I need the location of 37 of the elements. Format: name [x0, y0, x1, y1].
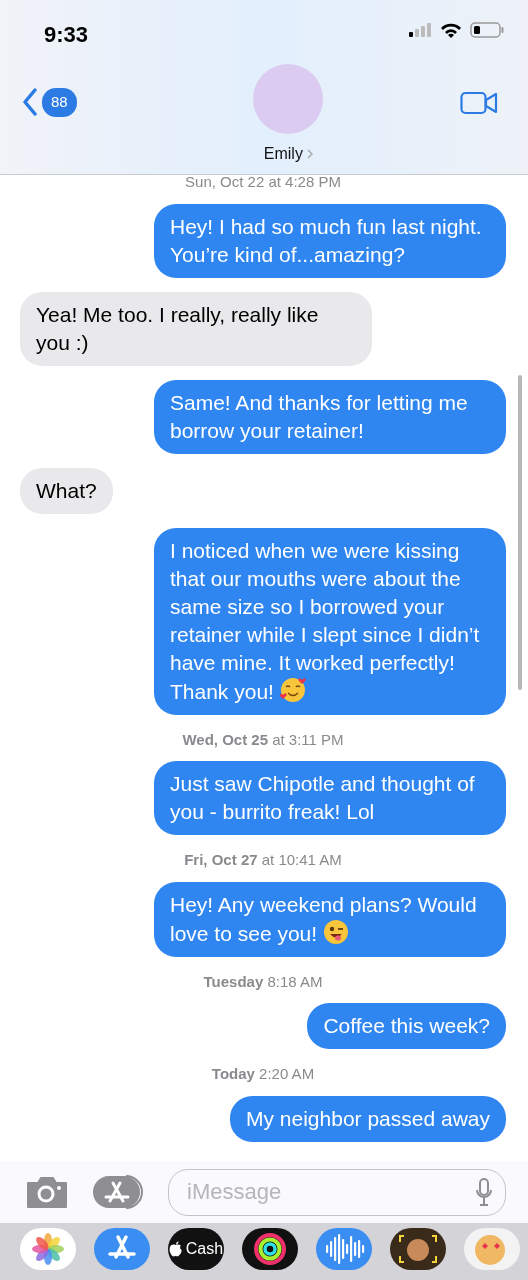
camera-icon[interactable] — [26, 1175, 68, 1209]
memoji-app-icon[interactable] — [390, 1228, 446, 1270]
stickers-app-icon[interactable] — [464, 1228, 520, 1270]
video-call-icon[interactable] — [460, 90, 498, 116]
audio-app-icon[interactable] — [316, 1228, 372, 1270]
message-bubble: Yea! Me too. I really, really like you :) — [20, 291, 372, 366]
back-chevron-icon[interactable] — [22, 88, 38, 117]
message-bubble: Hey! Any weekend plans? Would love to see you! — [154, 881, 506, 957]
timestamp: Sun, Oct 22 at 4:28 PM — [184, 175, 342, 192]
emoji-icon — [322, 918, 349, 945]
photos-app-icon[interactable] — [20, 1228, 76, 1270]
message-bubble: Just saw Chipotle and thought of you - burrito freak! Lol — [154, 761, 506, 835]
message-input-field[interactable]: iMessage — [168, 1168, 506, 1216]
message-bubble: I noticed when we were kissing that our mouths were about the same size so I borrowed your retainer while I slept since I didn’t have mine. It worked perfectly! Thank you! — [154, 527, 506, 715]
cash-app-button[interactable]: Cash — [168, 1228, 224, 1270]
apple-logo-icon — [168, 1241, 182, 1257]
timestamp: Tuesday 8:18 AM — [202, 971, 324, 992]
signal-icon — [408, 23, 432, 37]
message-bubble: Coffee this week? — [307, 1003, 506, 1049]
battery-icon — [470, 22, 504, 38]
contact-name[interactable]: Emily — [263, 142, 303, 166]
unread-count-badge[interactable]: 88 — [42, 88, 77, 117]
microphone-icon[interactable] — [476, 1176, 492, 1207]
emoji-icon — [279, 676, 306, 703]
activity-app-icon[interactable] — [242, 1228, 298, 1270]
message-bubble: Hey! I had so much fun last night. You’re kind of...amazing? — [154, 203, 506, 278]
chevron-right-icon — [306, 149, 313, 159]
message-bubble: Same! And thanks for letting me borrow your retainer! — [154, 379, 506, 454]
appstore-app-icon[interactable] — [94, 1228, 150, 1270]
message-bubble: What? — [20, 467, 113, 514]
wifi-icon — [440, 22, 462, 38]
message-bubble: My neighbor passed away — [230, 1095, 506, 1142]
status-time: 9:33 — [44, 21, 89, 49]
app-store-icon[interactable] — [92, 1175, 144, 1209]
timestamp: Today 2:20 AM — [210, 1064, 316, 1084]
timestamp: Fri, Oct 27 at 10:41 AM — [183, 850, 343, 870]
timestamp: Wed, Oct 25 at 3:11 PM — [181, 729, 345, 750]
